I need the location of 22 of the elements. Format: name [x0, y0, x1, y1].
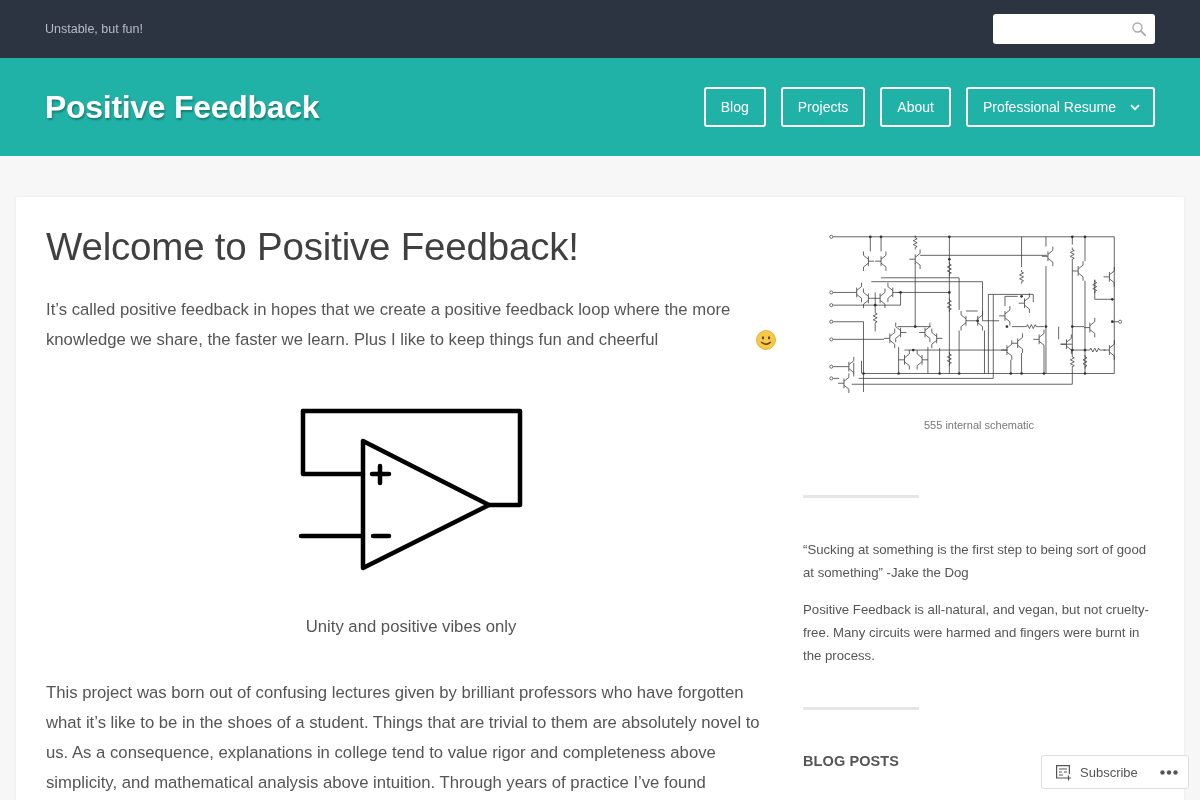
- more-button[interactable]: [1160, 769, 1178, 775]
- image-caption: 555 internal schematic: [922, 418, 1036, 433]
- site-title[interactable]: Positive Feedback: [45, 88, 320, 126]
- subscribe-button[interactable]: Subscribe: [1055, 763, 1138, 781]
- nav-link[interactable]: Projects: [780, 87, 866, 127]
- post-title: Welcome to Positive Feedback!: [46, 225, 580, 268]
- chevron-down-icon: [1130, 103, 1140, 111]
- site-tagline: Unstable, but fun!: [45, 22, 143, 36]
- search-icon[interactable]: [1132, 22, 1146, 36]
- nav-link[interactable]: About: [880, 87, 951, 127]
- more-icon: [1160, 769, 1178, 775]
- nav-link[interactable]: Professional Resume: [965, 87, 1155, 127]
- about-text: Positive Feedback is all-natural, and vegan, but not cruelty-free. Many circuits were harmed and fingers were burnt in the process.: [803, 601, 1150, 665]
- smiley-icon: [756, 330, 776, 350]
- intro-paragraph: It’s called positive feedback in hopes that we create a positive feedback loop where the more knowledge we share, the faster we learn. Plus I like to keep things fun and cheerful: [46, 299, 732, 351]
- nav-link[interactable]: Blog: [703, 87, 766, 127]
- search-field[interactable]: [993, 14, 1155, 44]
- section-heading: BLOG POSTS: [803, 752, 900, 770]
- quote-text: “Sucking at something is the first step to being sort of good at something” -Jake the Dog: [803, 541, 1148, 582]
- document-plus-icon: [1055, 763, 1072, 781]
- body-paragraph: This project was born out of confusing lectures given by brilliant professors who have forgotten what it’s like to be in the shoes of a student. Things that are trivial to them are absolutely novel to us. As a consequence, explanations in college tend to value rigor and completeness above simplicity, and mathematical analysis above intuition. Through years of practice I’ve found: [46, 682, 761, 794]
- figure-caption: Unity and positive vibes only: [305, 616, 517, 638]
